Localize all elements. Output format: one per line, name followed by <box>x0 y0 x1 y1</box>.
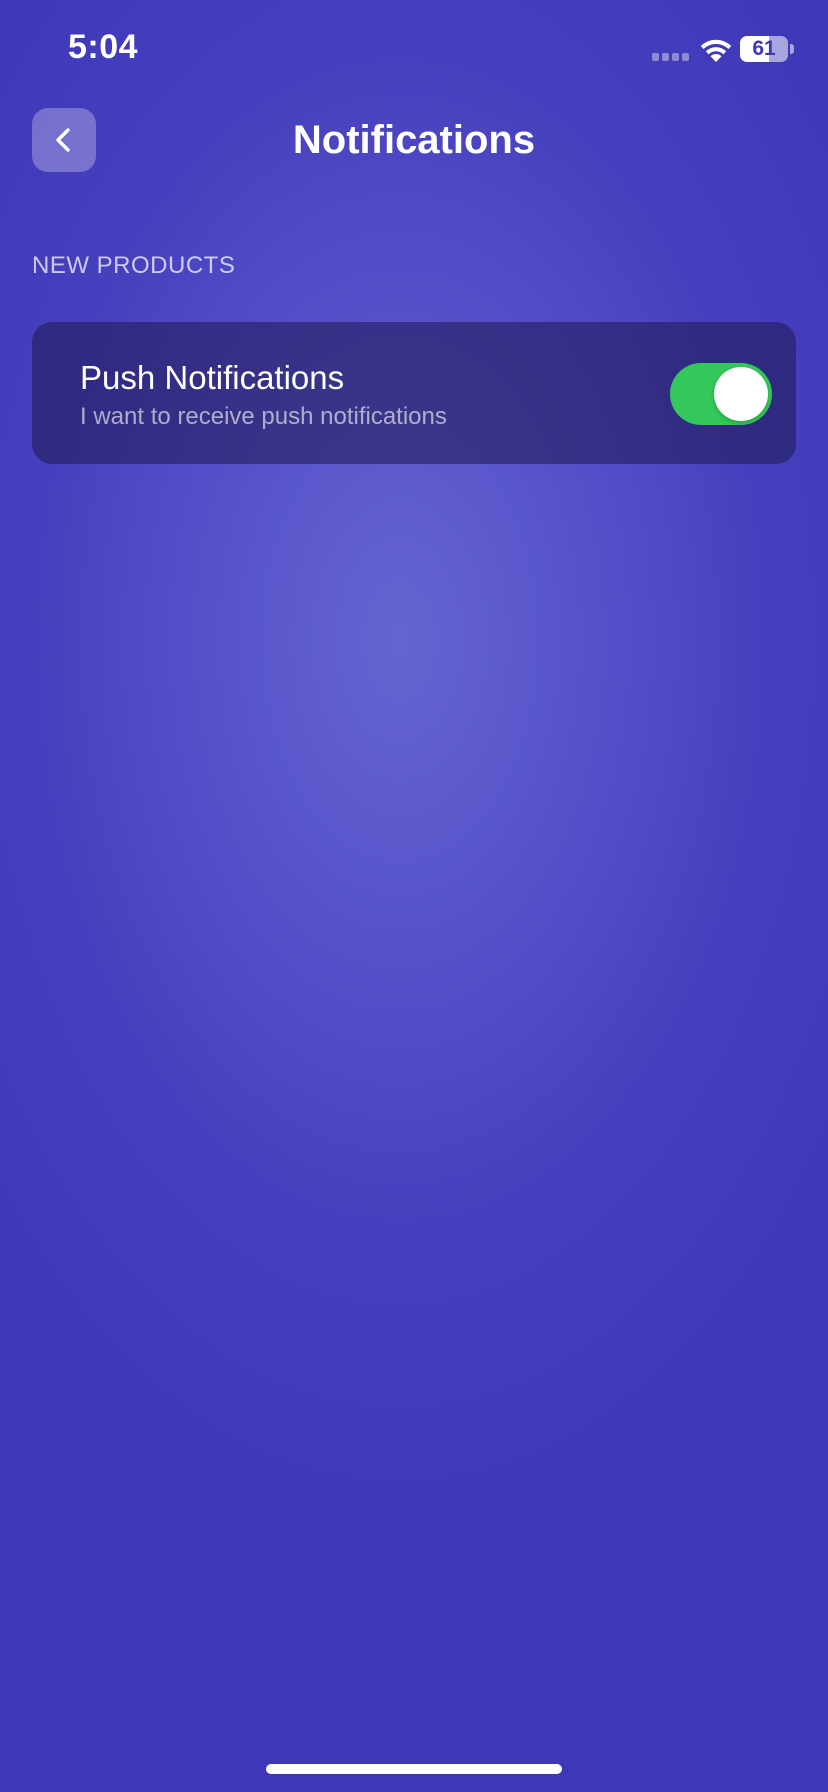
status-bar: 5:04 61 <box>0 0 828 100</box>
push-notifications-setting: Push Notifications I want to receive pus… <box>32 322 796 464</box>
setting-subtitle: I want to receive push notifications <box>80 403 447 430</box>
battery-level: 61 <box>752 37 776 60</box>
battery-cap <box>790 44 794 54</box>
wifi-icon <box>698 36 734 64</box>
signal-icon <box>652 53 692 61</box>
setting-title: Push Notifications <box>80 359 345 396</box>
toggle-knob <box>714 367 768 421</box>
section-label: NEW PRODUCTS <box>32 252 236 279</box>
push-notifications-toggle[interactable] <box>670 363 772 425</box>
page-title: Notifications <box>292 118 536 162</box>
home-indicator <box>266 1764 562 1774</box>
status-time: 5:04 <box>68 28 139 66</box>
battery-icon: 61 <box>740 36 788 62</box>
